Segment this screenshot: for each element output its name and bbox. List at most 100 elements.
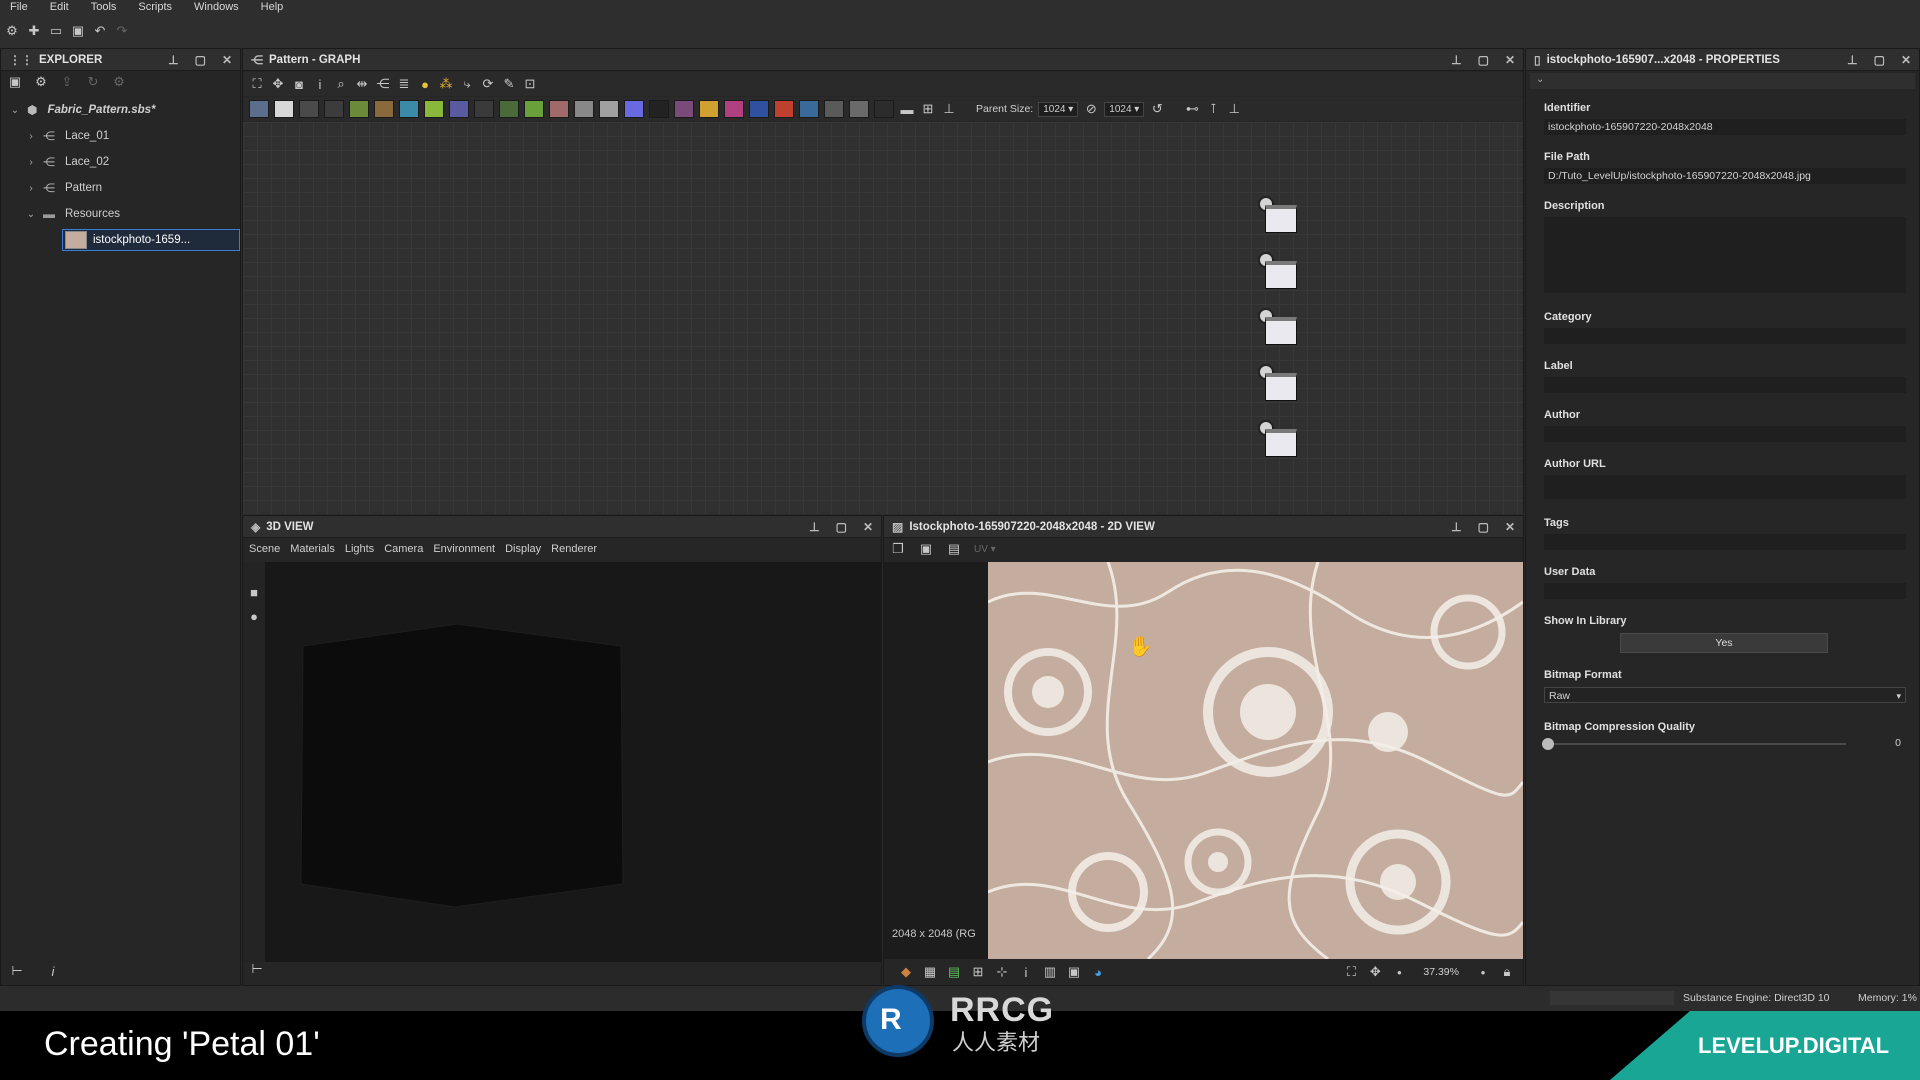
frame-icon[interactable]: ⛶ <box>249 76 265 92</box>
graph-canvas[interactable] <box>243 122 1523 514</box>
pin-icon[interactable]: ⊥ <box>168 53 178 67</box>
connector-icon[interactable]: ⊺ <box>1205 101 1221 117</box>
scan-icon[interactable] <box>674 100 694 118</box>
menu-help[interactable]: Help <box>261 0 284 14</box>
tree-item-lace02[interactable]: › ⋲ Lace_02 <box>25 151 109 173</box>
maximize-icon[interactable]: ▢ <box>1478 520 1489 534</box>
zoom-value[interactable]: 37.39% <box>1423 966 1459 978</box>
settings-icon[interactable]: ⚙ <box>111 74 127 90</box>
compression-slider-handle[interactable] <box>1542 738 1554 750</box>
paste-icon[interactable]: ▤ <box>946 541 962 557</box>
graph-node[interactable] <box>1265 261 1297 289</box>
grid-nodes-icon[interactable]: ⁂ <box>438 76 454 92</box>
parent-size-width[interactable]: 1024 ▾ <box>1038 101 1079 117</box>
close-icon[interactable]: ✕ <box>1901 53 1911 67</box>
showinlibrary-toggle[interactable]: Yes <box>1620 633 1828 653</box>
menu-scripts[interactable]: Scripts <box>138 0 172 14</box>
new-graph-icon[interactable]: ⚙ <box>33 74 49 90</box>
tree-item-pattern[interactable]: › ⋲ Pattern <box>25 177 102 199</box>
color-wheel-icon[interactable] <box>624 100 644 118</box>
transform-icon[interactable] <box>324 100 344 118</box>
warning-icon[interactable] <box>699 100 719 118</box>
menu-tools[interactable]: Tools <box>91 0 117 14</box>
menu-environment[interactable]: Environment <box>433 543 495 555</box>
gradient-icon[interactable] <box>424 100 444 118</box>
blend-icon[interactable] <box>299 100 319 118</box>
hierarchy-icon[interactable]: ⊢ <box>249 961 265 977</box>
info-icon[interactable]: i <box>45 963 61 979</box>
checker-icon[interactable]: ▦ <box>922 964 938 980</box>
export-icon[interactable]: ⊡ <box>522 76 538 92</box>
pin-node-icon[interactable]: ⊥ <box>941 101 957 117</box>
mask-icon[interactable] <box>774 100 794 118</box>
tools-icon[interactable]: ✎ <box>501 76 517 92</box>
compile-icon[interactable]: ⊷ <box>1184 101 1200 117</box>
search-icon[interactable]: ⌕ <box>333 76 349 92</box>
tree-item-lace01[interactable]: › ⋲ Lace_01 <box>25 125 109 147</box>
chevron-right-icon[interactable]: › <box>25 131 37 142</box>
view-icon[interactable] <box>874 100 894 118</box>
copy-icon[interactable]: ❐ <box>890 541 906 557</box>
new-package-icon[interactable]: ✚ <box>26 23 42 39</box>
maximize-icon[interactable]: ▢ <box>195 53 206 67</box>
align-icon[interactable]: ⇹ <box>354 76 370 92</box>
tiling-icon[interactable]: ⊞ <box>970 964 986 980</box>
label-field[interactable] <box>1544 377 1906 393</box>
frame2-icon[interactable]: ⊞ <box>920 101 936 117</box>
info-icon[interactable]: i <box>1018 964 1034 980</box>
graph-node[interactable] <box>1265 317 1297 345</box>
3d-viewport[interactable] <box>265 562 881 962</box>
comment-icon[interactable]: ▬ <box>899 101 915 117</box>
layout-icon[interactable]: ⋲ <box>375 76 391 92</box>
link-icon[interactable]: ⊘ <box>1083 101 1099 117</box>
pin-icon[interactable]: ⊥ <box>1451 520 1461 534</box>
zoom-in-icon[interactable]: • <box>1475 964 1491 980</box>
chevron-right-icon[interactable]: › <box>25 157 37 168</box>
bake-icon[interactable] <box>824 100 844 118</box>
properties-collapse-bar[interactable]: ⌄ <box>1530 73 1915 89</box>
reset-icon[interactable]: ↺ <box>1149 101 1165 117</box>
compression-slider-track[interactable] <box>1542 738 1846 750</box>
maximize-icon[interactable]: ▢ <box>1874 53 1885 67</box>
tree-item-resources[interactable]: ⌄ ▬ Resources <box>25 203 120 225</box>
filepath-field[interactable]: D:/Tuto_LevelUp/istockphoto-165907220-20… <box>1544 168 1906 184</box>
menu-lights[interactable]: Lights <box>345 543 374 555</box>
tile-icon[interactable] <box>399 100 419 118</box>
bitmapformat-select[interactable]: Raw ▾ <box>1544 687 1906 703</box>
description-field[interactable] <box>1544 217 1906 293</box>
hierarchy-icon[interactable]: ⊢ <box>9 963 25 979</box>
undo-icon[interactable]: ↶ <box>92 23 108 39</box>
userdata-field[interactable] <box>1544 583 1906 599</box>
tags-field[interactable] <box>1544 534 1906 550</box>
identifier-field[interactable]: istockphoto-165907220-2048x2048 <box>1544 119 1906 135</box>
bitmap-node-icon[interactable] <box>249 100 269 118</box>
chevron-down-icon[interactable]: ⌄ <box>1536 74 1544 85</box>
author-field[interactable] <box>1544 426 1906 442</box>
pixel-info-icon[interactable]: ⊹ <box>994 964 1010 980</box>
menu-edit[interactable]: Edit <box>50 0 69 14</box>
text-icon[interactable] <box>724 100 744 118</box>
save-icon[interactable]: ▣ <box>70 23 86 39</box>
new-substance-icon[interactable]: ⚙ <box>4 23 20 39</box>
sphere-icon[interactable] <box>574 100 594 118</box>
tree-item-package[interactable]: ⌄ ⬢ Fabric_Pattern.sbs* <box>9 99 156 121</box>
tree-item-bitmap[interactable]: istockphoto-1659... <box>62 229 240 251</box>
histogram-icon[interactable]: ▥ <box>1042 964 1058 980</box>
camera-icon[interactable]: ■ <box>246 584 262 600</box>
menu-file[interactable]: File <box>10 0 28 14</box>
uniform-color-icon[interactable] <box>274 100 294 118</box>
graph-node[interactable] <box>1265 373 1297 401</box>
center-icon[interactable]: ✥ <box>1367 964 1383 980</box>
layers-icon[interactable]: ◆ <box>898 964 914 980</box>
info-icon[interactable]: i <box>312 76 328 92</box>
move-icon[interactable]: ✥ <box>270 76 286 92</box>
warp-icon[interactable] <box>449 100 469 118</box>
menu-windows[interactable]: Windows <box>194 0 239 14</box>
save-package-icon[interactable]: ▣ <box>7 74 23 90</box>
save-icon[interactable]: ▣ <box>918 541 934 557</box>
noise-icon[interactable] <box>649 100 669 118</box>
hierarchy-tool-icon[interactable]: ⊥ <box>1226 101 1242 117</box>
maximize-icon[interactable]: ▢ <box>1478 53 1489 67</box>
menu-renderer[interactable]: Renderer <box>551 543 597 555</box>
category-field[interactable] <box>1544 328 1906 344</box>
